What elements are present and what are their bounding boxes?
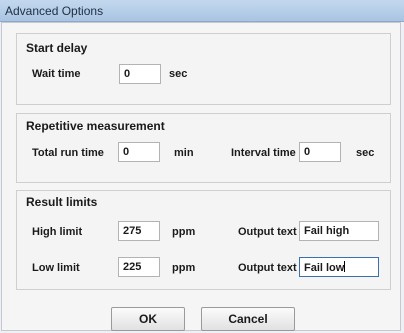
wait-time-input[interactable]: 0: [119, 64, 161, 84]
low-output-text-value: Fail low: [304, 262, 345, 274]
total-run-time-label: Total run time: [32, 147, 104, 159]
high-output-text-input[interactable]: Fail high: [299, 221, 379, 241]
wait-time-label: Wait time: [32, 68, 81, 80]
low-limit-label: Low limit: [32, 262, 80, 274]
high-limit-unit: ppm: [172, 226, 196, 238]
text-caret: [344, 261, 346, 272]
total-run-time-unit: min: [174, 147, 194, 159]
interval-time-label: Interval time: [231, 147, 296, 159]
low-limit-unit: ppm: [172, 262, 196, 274]
result-limits-group: Result limits High limit 275 ppm Output …: [16, 190, 391, 290]
low-limit-input[interactable]: 225: [118, 257, 160, 277]
wait-time-unit: sec: [169, 68, 188, 80]
cancel-button[interactable]: Cancel: [201, 307, 295, 331]
dialog-body: Start delay Wait time 0 sec Repetitive m…: [1, 22, 401, 331]
start-delay-group: Start delay Wait time 0 sec: [16, 33, 391, 105]
low-output-text-input[interactable]: Fail low: [299, 257, 379, 277]
result-limits-title: Result limits: [26, 195, 98, 209]
high-limit-label: High limit: [32, 226, 83, 238]
start-delay-title: Start delay: [26, 41, 88, 55]
interval-time-unit: sec: [356, 147, 375, 159]
repetitive-measurement-group: Repetitive measurement Total run time 0 …: [16, 113, 391, 183]
ok-button[interactable]: OK: [111, 307, 185, 331]
interval-time-input[interactable]: 0: [299, 142, 341, 162]
title-bar[interactable]: Advanced Options: [0, 0, 404, 22]
high-limit-input[interactable]: 275: [118, 221, 160, 241]
window-title: Advanced Options: [5, 4, 104, 18]
repetitive-measurement-title: Repetitive measurement: [26, 119, 165, 133]
high-output-text-label: Output text: [238, 226, 297, 238]
low-output-text-label: Output text: [238, 262, 297, 274]
total-run-time-input[interactable]: 0: [118, 142, 160, 162]
